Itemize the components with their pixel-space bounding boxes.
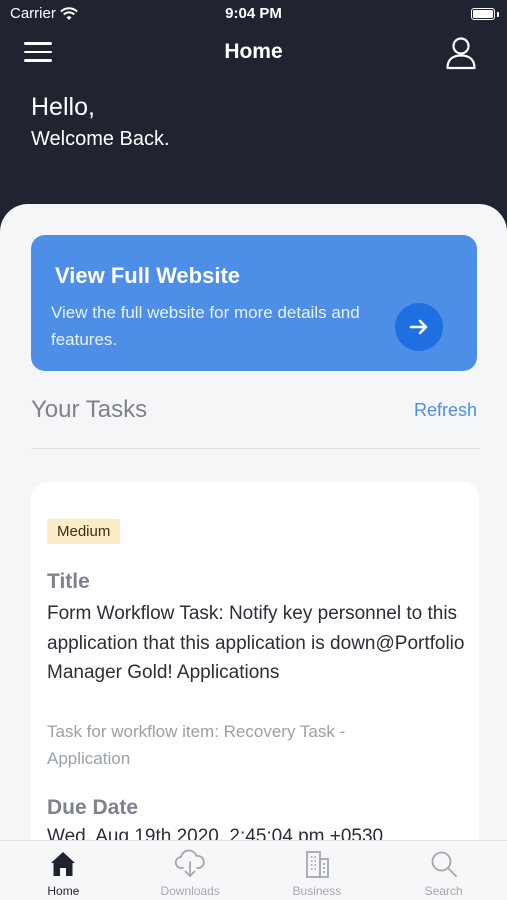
tab-downloads-label: Downloads — [160, 884, 220, 898]
tab-business[interactable]: Business — [254, 841, 381, 900]
tab-bar: Home Downloads Business Search — [0, 840, 507, 900]
tab-search[interactable]: Search — [380, 841, 507, 900]
greeting-welcome: Welcome Back. — [31, 128, 170, 150]
task-card[interactable]: Medium Title Form Workflow Task: Notify … — [31, 482, 479, 844]
profile-button[interactable] — [445, 36, 477, 70]
user-icon — [446, 37, 476, 70]
title-label: Title — [47, 570, 90, 593]
open-website-button[interactable] — [395, 303, 443, 351]
tab-home[interactable]: Home — [0, 841, 127, 900]
promo-text: View the full website for more details a… — [51, 303, 360, 349]
status-time: 9:04 PM — [225, 5, 282, 22]
greeting: Hello, Welcome Back. — [31, 92, 170, 152]
tab-business-label: Business — [292, 884, 342, 898]
tab-search-label: Search — [424, 884, 463, 898]
tasks-title: Your Tasks — [31, 396, 148, 423]
refresh-button[interactable]: Refresh — [414, 400, 477, 421]
view-full-website-card[interactable]: View Full Website View the full website … — [31, 235, 477, 371]
arrow-right-icon — [409, 319, 428, 335]
promo-title: View Full Website — [55, 263, 241, 288]
battery-icon — [471, 8, 495, 20]
cloud-download-icon — [174, 848, 206, 880]
priority-badge: Medium — [47, 519, 121, 544]
content-sheet: View Full Website View the full website … — [0, 204, 507, 844]
home-icon — [47, 848, 79, 880]
tab-home-label: Home — [47, 884, 80, 898]
greeting-hello: Hello, — [31, 93, 95, 121]
search-icon — [428, 848, 460, 880]
page-title: Home — [224, 40, 283, 63]
due-date-label: Due Date — [47, 796, 139, 819]
tasks-header: Your Tasks Refresh — [31, 396, 477, 436]
task-title: Form Workflow Task: Notify key personnel… — [47, 603, 465, 683]
building-icon — [301, 848, 333, 880]
tab-downloads[interactable]: Downloads — [127, 841, 254, 900]
status-bar: Carrier 9:04 PM — [0, 0, 507, 28]
task-description: Task for workflow item: Recovery Task - … — [47, 722, 346, 768]
nav-bar: Home — [0, 28, 507, 80]
divider — [31, 448, 479, 449]
